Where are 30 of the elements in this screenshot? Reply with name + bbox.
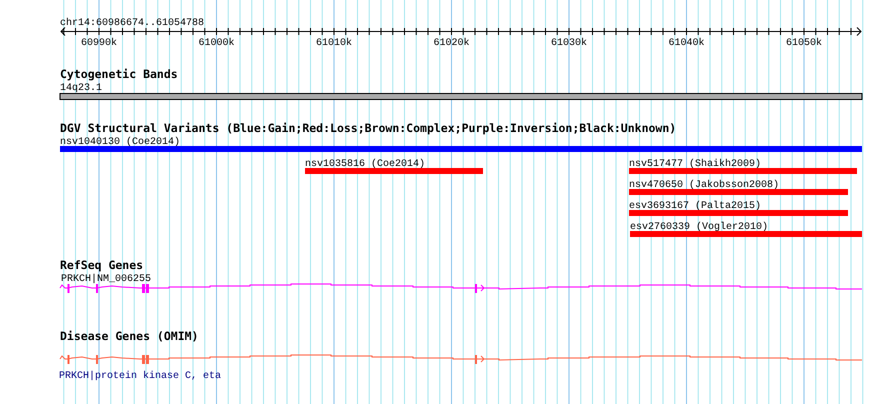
band-label: 14q23.1 (60, 83, 102, 94)
gene-label: PRKCH|NM_006255 (61, 274, 152, 285)
variant-bar[interactable] (305, 168, 483, 174)
variant-bar[interactable] (629, 189, 848, 195)
tick-label: 61050k (786, 38, 822, 49)
region-label: chr14:60986674..61054788 (60, 18, 204, 29)
variant-label: nsv470650 (Jakobsson2008) (629, 180, 780, 191)
cytoband-bar[interactable] (60, 93, 862, 100)
track-title: DGV Structural Variants (Blue:Gain;Red:Loss;Brown:Complex;Purple:Inversion;Black:Unknown) (60, 121, 676, 135)
variant-label: esv2760339 (Vogler2010) (630, 222, 768, 233)
tick-label: 61030k (551, 38, 587, 49)
track-title: RefSeq Genes (60, 258, 144, 272)
variant-label: esv3693167 (Palta2015) (629, 201, 762, 212)
track-title: Cytogenetic Bands (60, 67, 178, 81)
gene-label[interactable]: PRKCH|protein kinase C, eta (59, 371, 222, 382)
variant-bar[interactable] (630, 231, 862, 237)
gene-model-drawing[interactable] (60, 284, 862, 293)
track-title: Disease Genes (OMIM) (60, 329, 198, 343)
tick-label: 61000k (198, 38, 234, 49)
variant-label: nsv1040130 (Coe2014) (60, 137, 180, 148)
variant-bar[interactable] (629, 168, 857, 174)
variant-label: nsv1035816 (Coe2014) (305, 159, 426, 170)
tick-label: 61010k (316, 38, 352, 49)
tick-label: 61040k (668, 38, 704, 49)
gene-model-drawing[interactable] (60, 354, 862, 364)
variant-bar[interactable] (629, 210, 848, 216)
tick-label: 61020k (434, 38, 470, 49)
tick-label: 60990k (81, 38, 117, 49)
variant-label: nsv517477 (Shaikh2009) (629, 159, 762, 170)
variant-bar[interactable] (60, 146, 862, 152)
